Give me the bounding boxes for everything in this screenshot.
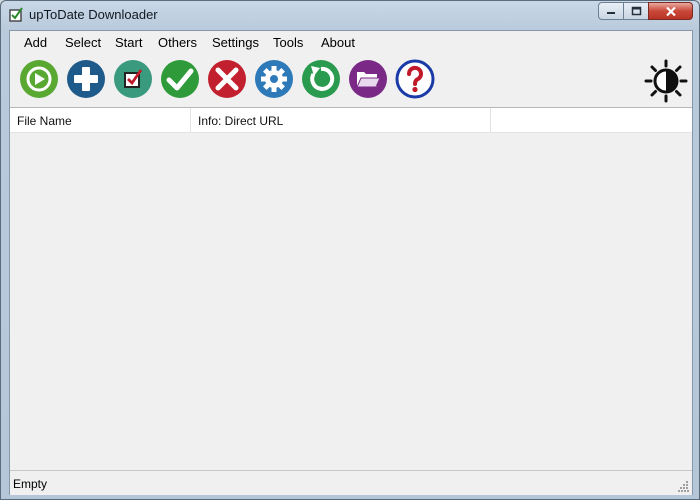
resize-grip-icon[interactable] <box>678 481 689 492</box>
status-text: Empty <box>13 477 48 491</box>
menu-settings[interactable]: Settings <box>212 35 259 50</box>
download-list[interactable]: File Name Info: Direct URL <box>10 107 692 470</box>
open-folder-button[interactable] <box>348 59 388 99</box>
theme-toggle-button[interactable] <box>644 59 688 103</box>
help-icon <box>395 59 435 99</box>
app-checkbox-icon <box>9 7 23 22</box>
play-icon <box>20 60 58 98</box>
column-header-direct-url[interactable]: Info: Direct URL <box>191 108 491 132</box>
add-button[interactable] <box>66 59 106 99</box>
menu-bar: Add Select Start Others Settings Tools A… <box>10 31 692 53</box>
settings-button[interactable] <box>254 59 294 99</box>
brightness-icon <box>644 59 688 103</box>
close-button[interactable] <box>648 2 693 20</box>
list-header: File Name Info: Direct URL <box>10 108 692 133</box>
app-window: upToDate Downloader Add Select Start Oth… <box>0 0 700 500</box>
menu-select[interactable]: Select <box>65 35 101 50</box>
select-button[interactable] <box>113 59 153 99</box>
maximize-button[interactable] <box>623 2 649 20</box>
menu-add[interactable]: Add <box>24 35 47 50</box>
remove-button[interactable] <box>207 59 247 99</box>
start-download-button[interactable] <box>19 59 59 99</box>
checkbox-icon <box>114 60 152 98</box>
plus-icon <box>67 60 105 98</box>
help-button[interactable] <box>395 59 435 99</box>
menu-tools[interactable]: Tools <box>273 35 303 50</box>
confirm-button[interactable] <box>160 59 200 99</box>
menu-start[interactable]: Start <box>115 35 142 50</box>
column-label: Info: Direct URL <box>198 114 284 128</box>
column-header-file-name[interactable]: File Name <box>10 108 191 132</box>
close-icon <box>665 6 676 16</box>
status-bar: Empty <box>10 470 692 495</box>
menu-about[interactable]: About <box>321 35 355 50</box>
title-bar[interactable]: upToDate Downloader <box>1 1 699 29</box>
folder-icon <box>349 60 387 98</box>
minimize-icon <box>607 12 615 14</box>
toolbar <box>10 53 692 105</box>
refresh-icon <box>302 60 340 98</box>
column-header-empty[interactable] <box>491 108 692 132</box>
minimize-button[interactable] <box>598 2 624 20</box>
maximize-icon <box>631 6 641 16</box>
x-icon <box>208 60 246 98</box>
menu-others[interactable]: Others <box>158 35 197 50</box>
window-title: upToDate Downloader <box>29 7 158 22</box>
column-label: File Name <box>17 114 72 128</box>
refresh-button[interactable] <box>301 59 341 99</box>
gear-icon <box>255 60 293 98</box>
client-area: Add Select Start Others Settings Tools A… <box>9 30 693 495</box>
checkmark-icon <box>161 60 199 98</box>
